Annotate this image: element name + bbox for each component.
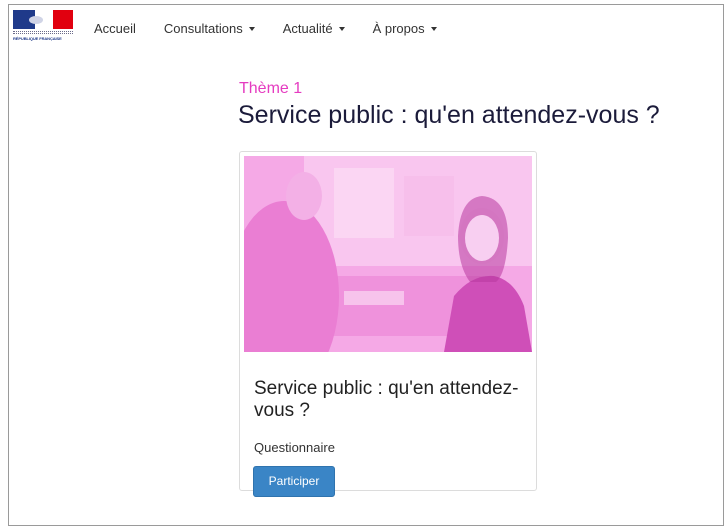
nav-item-actualite[interactable]: Actualité: [283, 21, 345, 36]
nav-item-label: Accueil: [94, 21, 136, 36]
logo-text: RÉPUBLIQUE FRANÇAISE: [13, 36, 62, 41]
top-navbar: RÉPUBLIQUE FRANÇAISE Accueil Consultatio…: [9, 5, 723, 55]
participer-button[interactable]: Participer: [253, 466, 335, 497]
nav-item-consultations[interactable]: Consultations: [164, 21, 255, 36]
consultation-card[interactable]: Service public : qu'en attendez-vous ? Q…: [239, 151, 537, 497]
logo-motto: [13, 31, 73, 34]
nav-item-a-propos[interactable]: À propos: [373, 21, 437, 36]
photo-icon: [244, 156, 532, 352]
nav-item-accueil[interactable]: Accueil: [94, 21, 136, 36]
theme-label: Thème 1: [239, 80, 303, 97]
main-nav: Accueil Consultations Actualité À propos: [94, 21, 465, 36]
nav-item-label: Consultations: [163, 21, 243, 36]
marianne-logo[interactable]: RÉPUBLIQUE FRANÇAISE: [13, 10, 73, 42]
card-image[interactable]: [244, 156, 532, 352]
page-title: Service public : qu'en attendez-vous ?: [238, 101, 660, 129]
card-type-label: Questionnaire: [254, 440, 335, 455]
nav-item-label: À propos: [372, 21, 425, 36]
caret-down-icon: [248, 26, 255, 31]
card-title[interactable]: Service public : qu'en attendez-vous ?: [254, 378, 524, 422]
browser-frame: RÉPUBLIQUE FRANÇAISE Accueil Consultatio…: [8, 4, 724, 526]
caret-down-icon: [430, 26, 437, 31]
tricolor-flag-icon: [13, 10, 73, 29]
caret-down-icon: [338, 26, 345, 31]
nav-item-label: Actualité: [282, 21, 333, 36]
